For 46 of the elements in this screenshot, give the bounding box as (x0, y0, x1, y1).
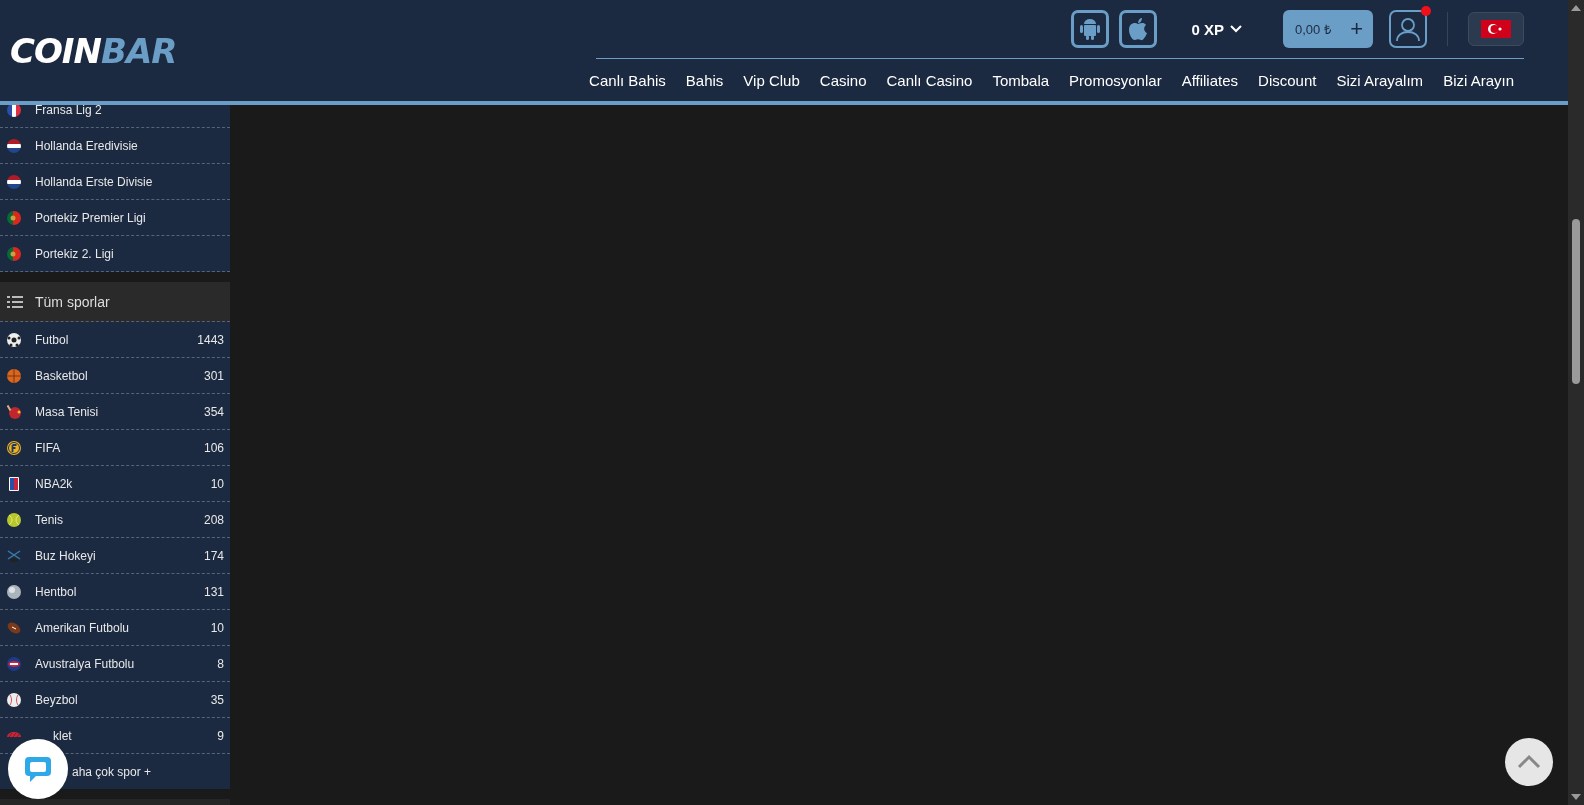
league-link[interactable]: Fransa Lig 2 (35, 102, 224, 117)
event-count: 10 (210, 476, 224, 491)
more-sports-link[interactable]: aha çok spor + (0, 754, 230, 789)
nav-link[interactable]: Affiliates (1171, 71, 1249, 89)
nav-link[interactable]: Canlı Bahis (579, 71, 676, 89)
event-count: 354 (203, 404, 224, 419)
nav-link[interactable]: Canlı Casino (876, 71, 983, 89)
balance-button[interactable]: 0,00 ₺ + (1283, 10, 1373, 49)
xp-dropdown[interactable]: 0 XP (1191, 20, 1243, 38)
section-title: Tüm sporlar (35, 293, 110, 310)
nav-link[interactable]: Promosyonlar (1059, 71, 1172, 89)
nav-link[interactable]: Casino (809, 71, 877, 89)
event-count: 8 (217, 656, 224, 671)
event-count: 208 (203, 512, 224, 527)
sport-link[interactable]: klet (53, 728, 218, 743)
nav-link[interactable]: Sizi Arayalım (1326, 71, 1434, 89)
nav-link[interactable]: Bahis (675, 71, 734, 89)
section-header[interactable]: Tüm sporlar (0, 282, 230, 322)
sport-link[interactable]: Avustralya Futbolu (35, 656, 218, 671)
nav-link[interactable]: Bizi Arayın (1433, 71, 1524, 89)
event-count: 35 (210, 692, 224, 707)
sport-link[interactable]: Basketbol (35, 368, 204, 383)
league-link[interactable]: Portekiz 2. Ligi (35, 246, 224, 261)
sport-link[interactable]: Beyzbol (35, 692, 211, 707)
league-link[interactable]: Hollanda Erste Divisie (35, 174, 224, 189)
event-count: 9 (217, 728, 224, 743)
sport-link[interactable]: Hentbol (35, 584, 204, 599)
league-link[interactable]: Hollanda Eredivisie (35, 138, 224, 153)
nav-link[interactable]: Vip Club (733, 71, 810, 89)
sport-link[interactable]: Amerikan Futbolu (35, 620, 211, 635)
event-count: 301 (203, 368, 224, 383)
nav-link[interactable]: Tombala (982, 71, 1060, 89)
event-count: 1443 (197, 332, 224, 347)
sport-link[interactable]: NBA2k (35, 476, 211, 491)
sport-link[interactable]: Futbol (35, 332, 198, 347)
nav-link[interactable]: Discount (1248, 71, 1327, 89)
event-count: 10 (210, 620, 224, 635)
sport-link[interactable]: Buz Hokeyi (35, 548, 204, 563)
sport-link[interactable]: FIFA (35, 440, 204, 455)
event-count: 174 (203, 548, 224, 563)
sport-link[interactable]: Masa Tenisi (35, 404, 204, 419)
event-count: 131 (203, 584, 224, 599)
league-link[interactable]: Portekiz Premier Ligi (35, 210, 224, 225)
logo[interactable]: COINBAR (10, 30, 177, 71)
event-count: 106 (203, 440, 224, 455)
sport-link[interactable]: Tenis (35, 512, 204, 527)
